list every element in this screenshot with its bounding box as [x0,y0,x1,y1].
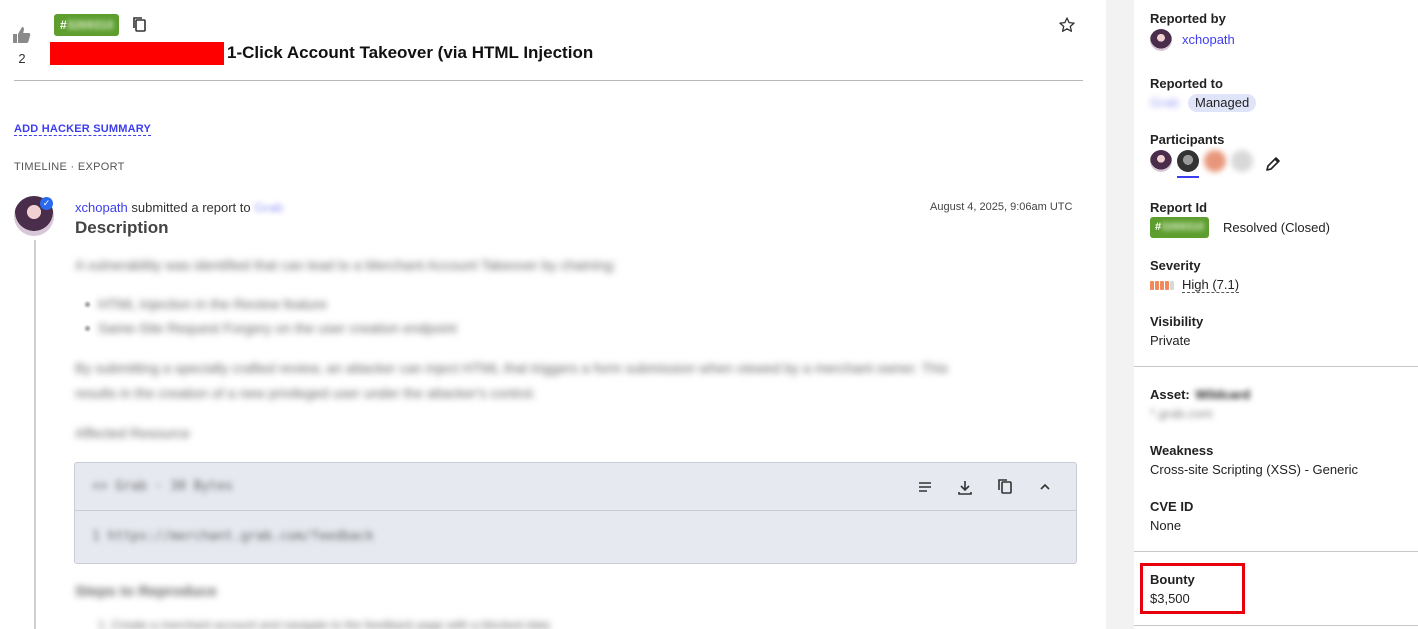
divider [1134,625,1418,626]
timeline-export-bar: TIMELINE · EXPORT [14,161,125,173]
upvote-count: 2 [18,51,26,66]
reported-by-link[interactable]: xchopath [1182,32,1235,47]
report-title: 1-Click Account Takeover (via HTML Injec… [227,43,594,62]
report-main: 2 #3269310 1-Click Account Takeover (via… [0,0,1106,629]
participant-avatar[interactable] [1231,150,1253,172]
participants-label: Participants [1150,132,1225,147]
asset-label-text: Asset: [1150,387,1190,402]
report-page: 2 #3269310 1-Click Account Takeover (via… [0,0,1418,629]
severity-bar [1165,281,1169,290]
copy-icon[interactable] [131,16,149,34]
export-link[interactable]: EXPORT [78,161,125,173]
bullet-dot [85,326,90,331]
verified-icon: ✓ [40,197,53,210]
participant-avatar[interactable] [1204,150,1226,172]
download-icon[interactable] [955,477,975,497]
participant-avatar[interactable] [1177,150,1199,172]
severity-bar [1170,281,1174,290]
severity-value[interactable]: High (7.1) [1182,277,1240,293]
visibility-value: Private [1150,333,1191,348]
reported-to-label: Reported to [1150,76,1223,91]
report-id-hidden: 3269310 [1161,221,1204,233]
description-bullet: Same-Site Request Forgery on the user cr… [98,320,457,336]
activity-meta: xchopath submitted a report to Grab [75,200,283,215]
copy-code-icon[interactable] [995,477,1015,497]
report-id-hidden: 3269310 [66,18,114,32]
code-file-name: <> Grab · 30 Bytes [92,479,233,494]
active-participant-indicator [1177,176,1199,178]
report-id-badge: #3269310 [54,14,120,36]
report-details-panel: Reported by xchopath Reported to Grab Ma… [1134,0,1418,629]
activity-action-text: submitted a report to [127,200,255,215]
divider [1134,551,1418,552]
sidebar: Reported by xchopath Reported to Grab Ma… [1106,0,1418,629]
description-paragraph: results in the creation of a new privile… [75,385,537,401]
weakness-value: Cross-site Scripting (XSS) - Generic [1150,462,1359,477]
managed-badge: Managed [1188,94,1257,112]
code-block-header: <> Grab · 30 Bytes [75,463,1076,511]
edit-pencil-icon[interactable] [1264,155,1282,173]
activity-date: August 4, 2025, 9:06am UTC [930,201,1073,213]
wrap-lines-icon[interactable] [915,477,935,497]
weakness-label: Weakness [1150,443,1214,458]
visibility-label: Visibility [1150,314,1204,329]
report-id-badge: #3269310 [1150,217,1209,238]
severity-value-text[interactable]: High (7.1) [1182,277,1240,293]
report-id-label: Report Id [1150,200,1208,215]
bounty-highlight-box [1140,563,1245,614]
asset-hidden-sub: *.grab.com [1150,406,1213,421]
severity-bar [1155,281,1159,290]
cve-value: None [1150,518,1182,533]
star-icon[interactable] [1058,16,1076,34]
cve-label: CVE ID [1150,499,1194,514]
avatar[interactable] [1150,29,1172,51]
description-paragraph: A vulnerability was identified that can … [75,257,617,273]
add-hacker-summary-link[interactable]: ADD HACKER SUMMARY [14,123,152,136]
divider [1134,366,1418,367]
upvote-button[interactable]: 2 [10,26,34,66]
report-status: Resolved (Closed) [1223,220,1330,235]
asset-label: Asset: Wildcard [1150,387,1251,402]
steps-heading: Steps to Reproduce [75,583,217,600]
divider [14,80,1083,81]
thumbs-up-icon[interactable] [12,26,32,44]
separator: · [67,161,78,173]
reported-by-label: Reported by [1150,11,1226,26]
chevron-up-icon[interactable] [1035,477,1055,497]
asset-hidden: Wildcard [1195,387,1251,402]
code-line: 1 https://merchant.grab.com/feedback [92,529,374,544]
description-bullet: HTML Injection in the Review feature [98,296,328,312]
bullet-dot [85,302,90,307]
redaction-bar [50,42,224,65]
severity-label: Severity [1150,258,1201,273]
description-heading: Description [75,218,169,237]
severity-bar [1160,281,1164,290]
program-link[interactable]: Grab [1150,95,1179,110]
timeline-link[interactable]: TIMELINE [14,161,67,173]
steps-item: 1. Create a merchant account and navigat… [98,618,550,629]
affected-resource-heading: Affected Resource [75,425,190,441]
severity-bar [1150,281,1154,290]
report-id-prefix: # [60,18,67,32]
hacker-username-link[interactable]: xchopath [75,200,128,215]
thread-line [34,240,36,629]
program-link[interactable]: Grab [254,200,283,215]
participant-avatar[interactable] [1150,150,1172,172]
description-paragraph: By submitting a specially crafted review… [75,360,949,376]
code-block: <> Grab · 30 Bytes 1 https://merchant.gr… [74,462,1077,564]
